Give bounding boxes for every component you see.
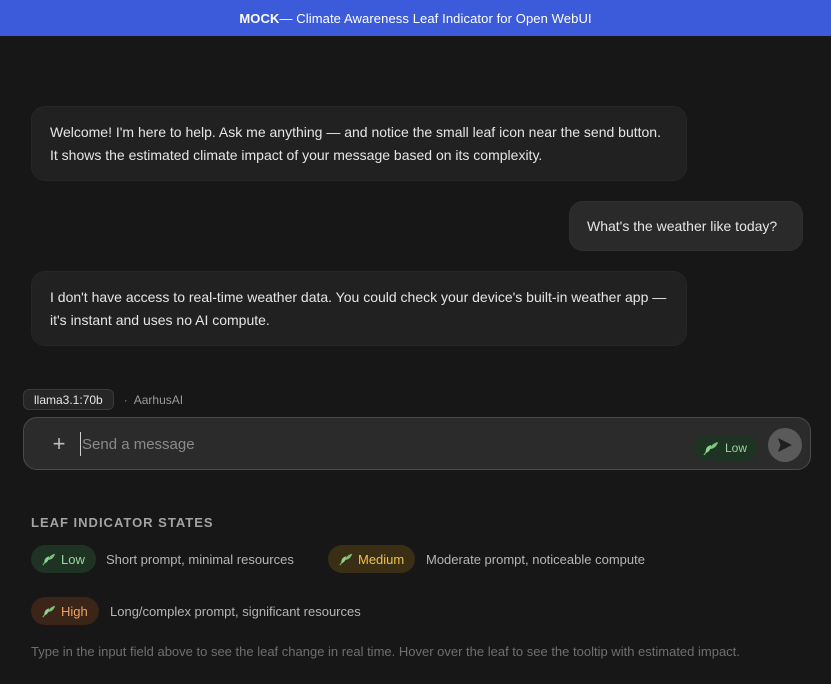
message-text: What's the weather like today? — [587, 218, 778, 234]
state-label: Low — [61, 551, 85, 567]
state-pill-medium: Medium — [328, 545, 416, 573]
leaf-indicator[interactable]: Low — [694, 435, 758, 461]
model-name: llama3.1:70b — [34, 392, 103, 407]
hint-text: Type in the input field above to see the… — [31, 644, 740, 659]
send-arrow-icon — [776, 436, 794, 454]
model-owner: AarhusAI — [133, 392, 184, 407]
message-input[interactable] — [80, 432, 640, 456]
message-text: Welcome! I'm here to help. Ask me anythi… — [50, 124, 661, 163]
model-selector[interactable]: llama3.1:70b — [23, 389, 114, 410]
state-pill-low: Low — [31, 545, 96, 573]
model-separator: · — [123, 392, 128, 407]
state-description: Short prompt, minimal resources — [106, 552, 294, 567]
state-description: Moderate prompt, noticeable compute — [426, 552, 645, 567]
state-label: High — [61, 603, 88, 619]
leaf-icon — [338, 552, 354, 566]
assistant-message: I don't have access to real-time weather… — [31, 271, 687, 346]
user-message: What's the weather like today? — [569, 201, 803, 251]
message-composer: + Low — [23, 417, 811, 470]
leaf-icon — [702, 440, 720, 456]
banner-prefix: MOCK — [239, 10, 280, 26]
banner-text: — Climate Awareness Leaf Indicator for O… — [279, 10, 592, 26]
leaf-level-label: Low — [725, 441, 748, 455]
plus-icon[interactable]: + — [48, 431, 70, 457]
state-description: Long/complex prompt, significant resourc… — [110, 604, 361, 619]
state-label: Medium — [358, 551, 405, 567]
assistant-message: Welcome! I'm here to help. Ask me anythi… — [31, 106, 687, 181]
send-button[interactable] — [768, 428, 802, 462]
state-pill-high: High — [31, 597, 99, 625]
mock-banner: MOCK — Climate Awareness Leaf Indicator … — [0, 0, 831, 36]
states-title: LEAF INDICATOR STATES — [31, 515, 214, 530]
message-text: I don't have access to real-time weather… — [50, 289, 667, 328]
model-selector-row: llama3.1:70b · AarhusAI — [23, 389, 183, 410]
leaf-icon — [41, 604, 57, 618]
leaf-icon — [41, 552, 57, 566]
